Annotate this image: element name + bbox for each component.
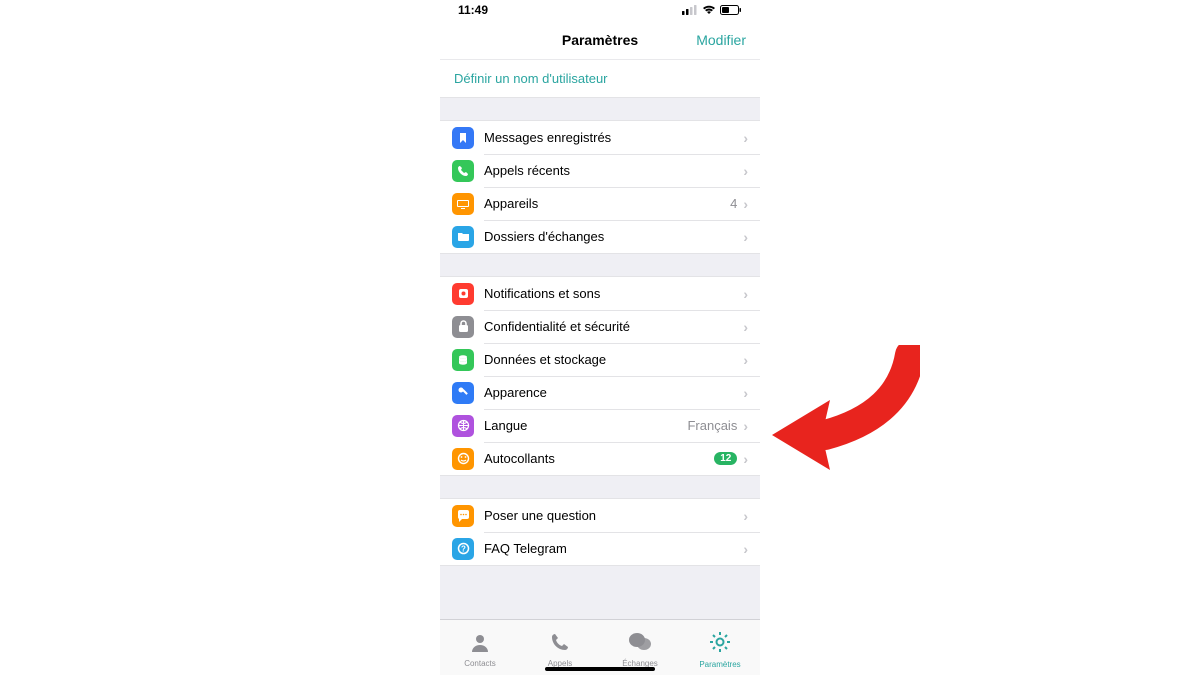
calls-icon <box>550 632 570 657</box>
settings-row-data[interactable]: Données et stockage› <box>440 343 760 376</box>
faq-icon: ? <box>452 538 474 560</box>
chevron-right-icon: › <box>743 541 748 557</box>
home-indicator <box>545 667 655 671</box>
tab-settings[interactable]: Paramètres <box>685 631 755 669</box>
tab-label: Paramètres <box>699 660 740 669</box>
row-label: FAQ Telegram <box>484 541 743 556</box>
chevron-right-icon: › <box>743 319 748 335</box>
chevron-right-icon: › <box>743 163 748 179</box>
status-indicators <box>682 5 742 15</box>
chat-icon <box>452 505 474 527</box>
tab-calls[interactable]: Appels <box>525 632 595 668</box>
row-badge: 12 <box>714 452 737 465</box>
phone-frame: 11:49 Paramètres Modifier Définir un nom… <box>440 0 760 675</box>
chevron-right-icon: › <box>743 385 748 401</box>
chevron-right-icon: › <box>743 286 748 302</box>
globe-icon <box>452 415 474 437</box>
settings-row-devices[interactable]: Appareils4 › <box>440 187 760 220</box>
bookmark-icon <box>452 127 474 149</box>
row-label: Langue <box>484 418 687 433</box>
section-gap <box>440 98 760 120</box>
settings-scroll[interactable]: Définir un nom d'utilisateur Messages en… <box>440 60 760 675</box>
sticker-icon <box>452 448 474 470</box>
row-label: Confidentialité et sécurité <box>484 319 743 334</box>
section-gap <box>440 476 760 498</box>
tab-contacts[interactable]: Contacts <box>445 632 515 668</box>
page-title: Paramètres <box>562 32 638 48</box>
contacts-icon <box>469 632 491 657</box>
row-value: 4 <box>730 196 737 211</box>
svg-text:?: ? <box>461 545 466 554</box>
settings-row-bell[interactable]: Notifications et sons› <box>440 277 760 310</box>
edit-button[interactable]: Modifier <box>696 32 746 48</box>
group-general: Messages enregistrés›Appels récents›Appa… <box>440 120 760 254</box>
row-label: Poser une question <box>484 508 743 523</box>
chevron-right-icon: › <box>743 451 748 467</box>
row-label: Autocollants <box>484 451 714 466</box>
row-label: Appareils <box>484 196 730 211</box>
settings-row-chat[interactable]: Poser une question› <box>440 499 760 532</box>
chevron-right-icon: › <box>743 508 748 524</box>
group-preferences: Notifications et sons›Confidentialité et… <box>440 276 760 476</box>
settings-row-lock[interactable]: Confidentialité et sécurité› <box>440 310 760 343</box>
chevron-right-icon: › <box>743 130 748 146</box>
settings-row-appearance[interactable]: Apparence› <box>440 376 760 409</box>
row-label: Appels récents <box>484 163 743 178</box>
section-gap <box>440 254 760 276</box>
row-value: Français <box>687 418 737 433</box>
status-time: 11:49 <box>458 3 488 17</box>
lock-icon <box>452 316 474 338</box>
row-label: Données et stockage <box>484 352 743 367</box>
set-username-link[interactable]: Définir un nom d'utilisateur <box>440 60 760 98</box>
chevron-right-icon: › <box>743 229 748 245</box>
settings-row-sticker[interactable]: Autocollants12 › <box>440 442 760 475</box>
signal-icon <box>682 5 698 15</box>
annotation-arrow <box>770 345 920 495</box>
row-label: Messages enregistrés <box>484 130 743 145</box>
folder-icon <box>452 226 474 248</box>
settings-row-globe[interactable]: LangueFrançais › <box>440 409 760 442</box>
settings-row-bookmark[interactable]: Messages enregistrés› <box>440 121 760 154</box>
row-label: Dossiers d'échanges <box>484 229 743 244</box>
row-label: Apparence <box>484 385 743 400</box>
battery-icon <box>720 5 742 15</box>
chevron-right-icon: › <box>743 352 748 368</box>
wifi-icon <box>702 5 716 15</box>
phone-icon <box>452 160 474 182</box>
tab-label: Contacts <box>464 659 496 668</box>
group-help: Poser une question›?FAQ Telegram› <box>440 498 760 566</box>
data-icon <box>452 349 474 371</box>
row-label: Notifications et sons <box>484 286 743 301</box>
appearance-icon <box>452 382 474 404</box>
nav-bar: Paramètres Modifier <box>440 20 760 60</box>
chats-icon <box>628 632 652 657</box>
settings-icon <box>709 631 731 658</box>
bell-icon <box>452 283 474 305</box>
settings-row-phone[interactable]: Appels récents› <box>440 154 760 187</box>
settings-row-folder[interactable]: Dossiers d'échanges› <box>440 220 760 253</box>
settings-row-faq[interactable]: ? FAQ Telegram› <box>440 532 760 565</box>
devices-icon <box>452 193 474 215</box>
status-bar: 11:49 <box>440 0 760 20</box>
chevron-right-icon: › <box>743 196 748 212</box>
tab-chats[interactable]: Échanges <box>605 632 675 668</box>
chevron-right-icon: › <box>743 418 748 434</box>
